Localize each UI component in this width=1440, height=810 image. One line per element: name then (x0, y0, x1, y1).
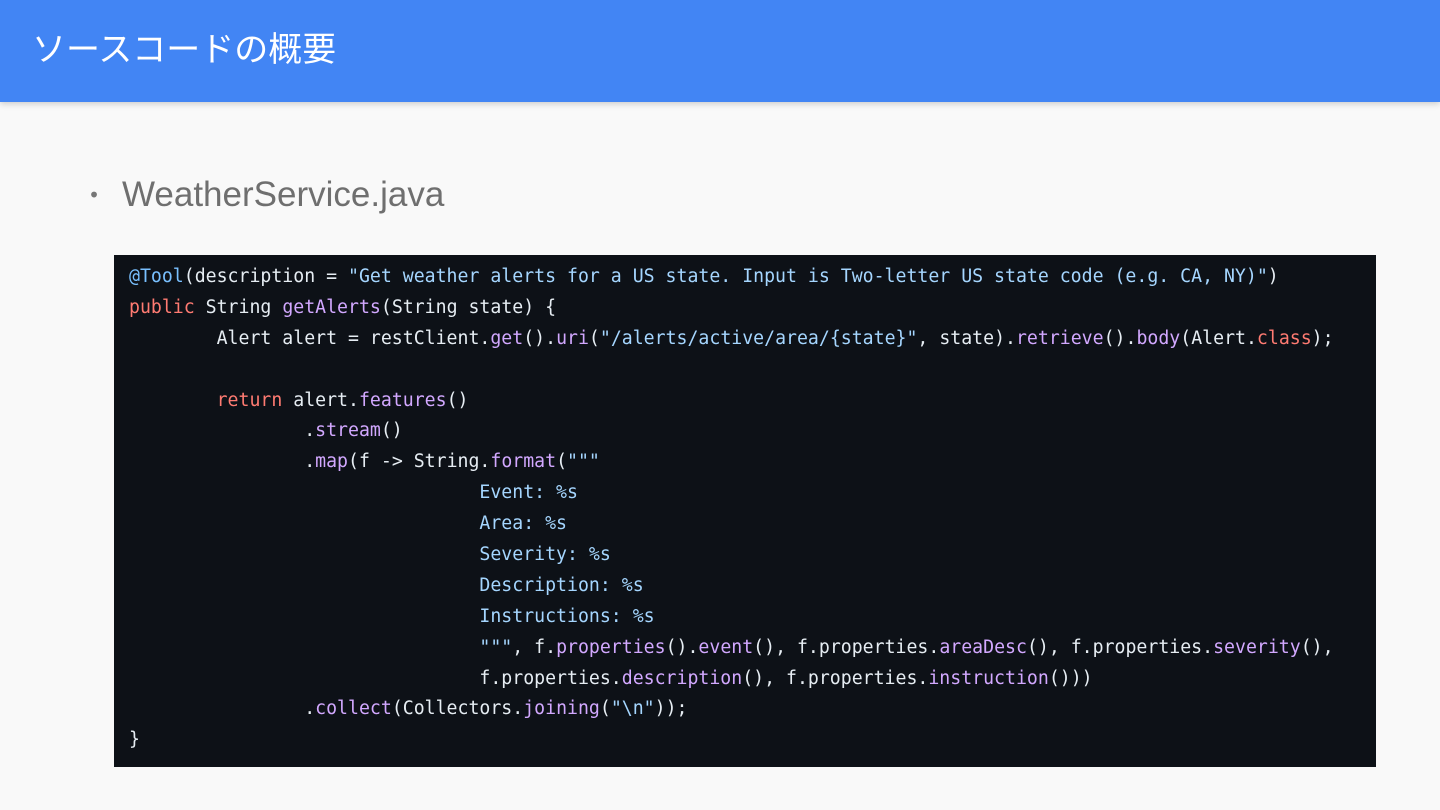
code-token: public (129, 296, 195, 318)
code-token: (Collectors. (391, 698, 524, 720)
code-token: (). (1103, 327, 1137, 349)
code-line: Alert alert = restClient.get().uri("/ale… (129, 324, 1376, 355)
code-line: Description: %s (129, 571, 1376, 602)
code-token: )); (654, 698, 688, 720)
code-token: """ (129, 636, 513, 658)
code-line: Event: %s (129, 478, 1376, 509)
bullet-item: • WeatherService.java (86, 172, 444, 218)
code-token: joining (523, 698, 600, 720)
code-token: , f. (512, 636, 557, 658)
code-token: () (446, 389, 469, 411)
code-token: (), f.properties. (1026, 636, 1214, 658)
code-token: . (129, 420, 316, 442)
code-line: .stream() (129, 416, 1376, 447)
slide-header: ソースコードの概要 (0, 0, 1440, 102)
code-token: event (698, 636, 754, 658)
code-line: public String getAlerts(String state) { (129, 293, 1376, 324)
code-token: alert. (282, 389, 359, 411)
code-token: Area: %s (129, 513, 567, 535)
code-token: class (1256, 327, 1312, 349)
code-line: Severity: %s (129, 540, 1376, 571)
code-line: return alert.features() (129, 386, 1376, 417)
code-token: (String state) { (380, 296, 557, 318)
code-token: (). (665, 636, 699, 658)
code-token: f.properties. (129, 667, 622, 689)
code-token: Description: %s (129, 574, 644, 596)
code-token: (f -> String. (348, 451, 491, 473)
code-token: Instructions: %s (129, 605, 655, 627)
code-token: "/alerts/active/area/{state}" (599, 327, 918, 349)
code-token: (Alert. (1180, 327, 1257, 349)
code-token: body (1136, 327, 1181, 349)
code-line: """, f.properties().event(), f.propertie… (129, 633, 1376, 664)
code-line: f.properties.description(), f.properties… (129, 664, 1376, 695)
code-token: areaDesc (939, 636, 1027, 658)
code-token: description (621, 667, 743, 689)
code-token: properties (556, 636, 666, 658)
code-block: @Tool(description = "Get weather alerts … (114, 255, 1376, 767)
code-token: () (380, 420, 403, 442)
code-line: .map(f -> String.format(""" (129, 447, 1376, 478)
code-token: "\n" (610, 698, 655, 720)
code-token: uri (556, 327, 589, 349)
code-token: String (194, 296, 283, 318)
code-token: """ (567, 451, 600, 473)
bullet-text: WeatherService.java (122, 175, 445, 214)
code-token: ); (1311, 327, 1334, 349)
code-token: instruction (928, 667, 1049, 689)
code-token: features (358, 389, 447, 411)
code-token: Event: %s (129, 482, 578, 504)
code-token: retrieve (1015, 327, 1104, 349)
code-line: } (129, 725, 1376, 756)
code-token: ( (599, 698, 611, 720)
code-token: (). (523, 327, 557, 349)
code-line: @Tool(description = "Get weather alerts … (129, 262, 1376, 293)
code-token: severity (1213, 636, 1301, 658)
code-line: .collect(Collectors.joining("\n")); (129, 694, 1376, 725)
code-token: get (490, 327, 524, 349)
code-token: Severity: %s (129, 544, 611, 566)
code-token: (description = (183, 266, 348, 287)
slide-title: ソースコードの概要 (32, 30, 337, 70)
bullet-marker: • (88, 183, 100, 207)
code-token: (), f.properties. (753, 636, 940, 658)
code-token: Alert alert = restClient. (129, 327, 491, 349)
code-token: format (490, 451, 557, 473)
code-line: Instructions: %s (129, 602, 1376, 633)
code-token: @Tool (129, 266, 184, 287)
code-line: Area: %s (129, 509, 1376, 540)
code-token: (), f.properties. (742, 667, 929, 689)
code-token: ( (556, 451, 568, 473)
code-token: ())) (1048, 667, 1093, 689)
code-token: ) (1267, 266, 1279, 287)
code-token: return (216, 389, 283, 411)
code-token: } (129, 729, 140, 751)
code-token: collect (315, 698, 392, 720)
code-token: , state). (917, 327, 1016, 349)
code-token: getAlerts (282, 296, 381, 318)
code-token: (), (1300, 636, 1334, 658)
code-token: . (129, 451, 316, 473)
code-token: ( (588, 327, 600, 349)
code-token: stream (315, 420, 381, 442)
code-token: map (315, 451, 349, 473)
code-token: . (129, 698, 316, 720)
code-token: "Get weather alerts for a US state. Inpu… (348, 266, 1268, 287)
